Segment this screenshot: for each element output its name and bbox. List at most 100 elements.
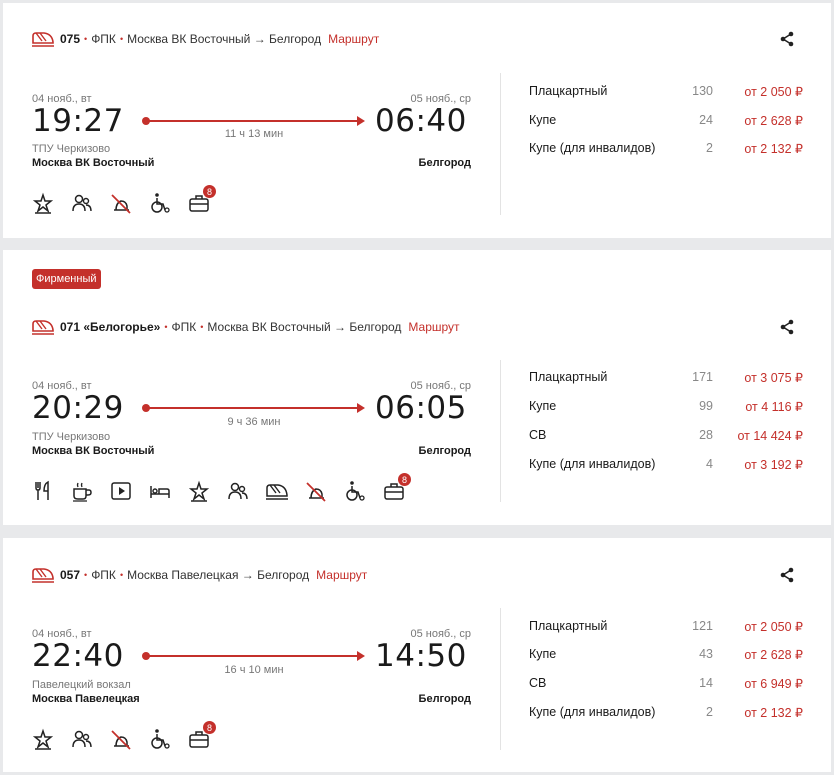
fare-price: от 2 628 ₽ [744,113,803,128]
arrival-time: 14:50 [375,638,467,674]
luggage-icon[interactable]: 8 [383,473,411,502]
star-icon[interactable] [188,480,210,502]
amenities: 8 [32,721,227,750]
divider [500,360,501,502]
departure-time: 19:27 [32,103,124,139]
arrival-time: 06:40 [375,103,467,139]
fare-class: Купе [529,399,557,413]
share-icon[interactable] [779,319,795,335]
fare-seats: 43 [699,647,713,661]
restaurant-icon[interactable] [32,480,54,502]
no-pets-icon[interactable] [110,728,132,750]
fare-price: от 3 075 ₽ [744,370,803,385]
duration: 9 ч 36 мин [227,416,281,428]
luggage-icon[interactable]: 8 [188,185,216,214]
separator-dot: • [119,570,124,580]
route: Москва ВК Восточный → Белгород [207,320,402,334]
fare-class: Купе (для инвалидов) [529,705,656,719]
passengers-icon[interactable] [71,192,93,214]
no-pets-icon[interactable] [305,480,327,502]
video-icon[interactable] [110,480,132,502]
passengers-icon[interactable] [227,480,249,502]
fare-class: Купе (для инвалидов) [529,141,656,155]
train-header: 075 • ФПК • Москва ВК Восточный → Белгор… [32,31,379,47]
fare-class: Купе [529,647,557,661]
separator-dot: • [119,34,124,44]
fare-seats: 121 [692,619,713,633]
fare-row[interactable]: Купе (для инвалидов) 2 от 2 132 ₽ [529,138,803,158]
carrier: ФПК [91,568,116,582]
departure-station: Москва Павелецкая [32,693,140,705]
train-card[interactable]: 075 • ФПК • Москва ВК Восточный → Белгор… [3,3,831,238]
train-icon [32,320,54,335]
divider [500,608,501,750]
separator-dot: • [84,34,88,44]
fare-row[interactable]: Купе 24 от 2 628 ₽ [529,110,803,130]
carrier: ФПК [171,320,197,334]
fare-row[interactable]: СВ 28 от 14 424 ₽ [529,425,803,445]
separator-dot: • [164,322,168,332]
fare-class: СВ [529,676,547,690]
departure-time: 22:40 [32,638,124,674]
fare-row[interactable]: Плацкартный 121 от 2 050 ₽ [529,616,803,636]
fare-row[interactable]: Плацкартный 171 от 3 075 ₽ [529,367,803,387]
train-number: 057 [60,568,81,582]
fare-class: СВ [529,428,547,442]
arrival-station: Белгород [418,693,471,705]
fare-row[interactable]: Купе (для инвалидов) 4 от 3 192 ₽ [529,454,803,474]
luggage-icon[interactable]: 8 [188,721,216,750]
fare-seats: 2 [706,705,713,719]
route-link[interactable]: Маршрут [408,320,459,334]
fare-class: Плацкартный [529,370,608,384]
train-number: 075 [60,32,81,46]
fare-row[interactable]: Купе 43 от 2 628 ₽ [529,644,803,664]
fare-price: от 2 050 ₽ [744,619,803,634]
star-icon[interactable] [32,192,54,214]
star-icon[interactable] [32,728,54,750]
fare-price: от 2 050 ₽ [744,84,803,99]
fare-row[interactable]: Купе 99 от 4 116 ₽ [529,396,803,416]
fare-price: от 2 628 ₽ [744,647,803,662]
wheelchair-icon[interactable] [344,480,366,502]
train-card[interactable]: 057 • ФПК • Москва Павелецкая → Белгород… [3,538,831,772]
share-icon[interactable] [779,31,795,47]
departure-station: Москва ВК Восточный [32,445,155,457]
divider [500,73,501,215]
fare-class: Плацкартный [529,619,608,633]
fare-seats: 130 [692,84,713,98]
wheelchair-icon[interactable] [149,728,171,750]
coffee-icon[interactable] [71,480,93,502]
amenities: 8 [32,473,422,502]
wheelchair-icon[interactable] [149,192,171,214]
fare-class: Купе [529,113,557,127]
train-header: 057 • ФПК • Москва Павелецкая → Белгород… [32,567,367,583]
fare-seats: 4 [706,457,713,471]
share-icon[interactable] [779,567,795,583]
arrival-time: 06:05 [375,390,467,426]
duration: 11 ч 13 мин [224,128,284,140]
train-header: 071 «Белогорье» • ФПК • Москва ВК Восточ… [32,319,460,335]
duration: 16 ч 10 мин [224,664,284,676]
departure-time: 20:29 [32,390,124,426]
route-link[interactable]: Маршрут [328,32,379,46]
journey-line [142,403,365,413]
bed-icon[interactable] [149,480,171,502]
luggage-count-badge: 8 [203,721,216,734]
route-link[interactable]: Маршрут [316,568,367,582]
fare-seats: 24 [699,113,713,127]
fare-row[interactable]: Плацкартный 130 от 2 050 ₽ [529,81,803,101]
train-icon[interactable] [266,480,288,502]
separator-dot: • [200,322,204,332]
fare-price: от 14 424 ₽ [737,428,803,443]
passengers-icon[interactable] [71,728,93,750]
train-card[interactable]: Фирменный 071 «Белогорье» • ФПК • Москва… [3,250,831,525]
fare-row[interactable]: СВ 14 от 6 949 ₽ [529,673,803,693]
no-pets-icon[interactable] [110,192,132,214]
fare-row[interactable]: Купе (для инвалидов) 2 от 2 132 ₽ [529,702,803,722]
departure-station: Москва ВК Восточный [32,157,155,169]
fare-price: от 4 116 ₽ [745,399,803,414]
fare-price: от 6 949 ₽ [744,676,803,691]
route: Москва ВК Восточный → Белгород [127,32,322,46]
journey-line [142,651,365,661]
fare-seats: 99 [699,399,713,413]
